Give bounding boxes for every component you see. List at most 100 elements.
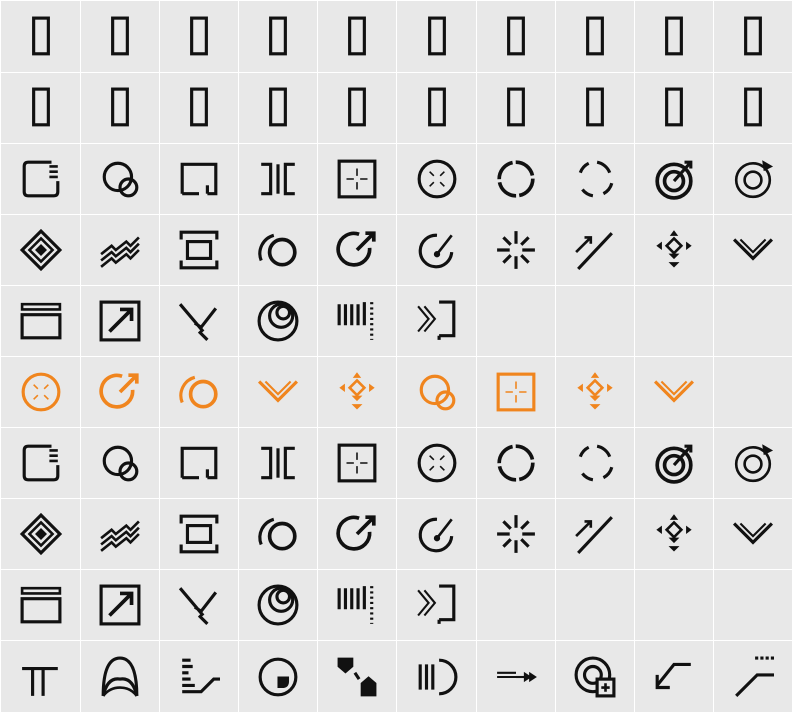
- glyph-cell: [239, 641, 317, 712]
- box-arrow-icon: [99, 300, 141, 342]
- double-chevron-icon: [653, 380, 695, 403]
- glyph-cell: [1, 144, 80, 214]
- box-icon: [744, 16, 762, 55]
- glyph-cell: [239, 570, 317, 640]
- glyph-cell: [714, 144, 792, 214]
- tab-box-icon: [22, 160, 59, 198]
- nested-diamond-icon: [19, 228, 62, 272]
- dial-arrow-icon: [418, 233, 453, 269]
- glyph-cell: [81, 499, 159, 569]
- shapes-pair-icon: [337, 657, 377, 696]
- box-icon: [427, 87, 446, 127]
- glyph-cell: [635, 73, 713, 143]
- glyph-cell: [635, 144, 713, 214]
- glyph-cell: [81, 144, 159, 214]
- glyph-cell: [81, 357, 159, 427]
- circle-arrow-icon: [99, 373, 139, 409]
- spiral-rings-icon: [257, 300, 299, 342]
- dotted-ramp-icon: [735, 656, 774, 697]
- glyph-cell: [160, 357, 238, 427]
- glyph-cell: [397, 1, 476, 72]
- double-arrow-line-icon: [575, 516, 613, 554]
- glyph-cell: [477, 215, 555, 285]
- burst-icon: [497, 231, 535, 269]
- glyph-cell: [556, 144, 634, 214]
- glyph-cell: [556, 215, 634, 285]
- crosshair-square-icon: [496, 372, 536, 412]
- bracket-frame-icon: [180, 162, 218, 196]
- target-arrow-icon: [655, 160, 693, 200]
- circle-link-icon: [419, 374, 455, 411]
- bracket-screen-icon: [179, 230, 219, 270]
- glyph-cell: [714, 1, 792, 72]
- dot-ring-arrow-icon: [734, 160, 774, 199]
- glyph-cell: [635, 570, 713, 640]
- glyph-cell: [318, 1, 396, 72]
- dot-ring-arrow-icon: [734, 444, 774, 483]
- glyph-cell: [81, 215, 159, 285]
- glyph-cell: [239, 1, 317, 72]
- glyph-cell: [397, 73, 476, 143]
- glyph-cell: [397, 357, 476, 427]
- glyph-cell: [477, 428, 555, 498]
- x-circle-icon: [417, 443, 456, 483]
- crosshair-square-icon: [337, 159, 377, 199]
- circle-link-icon: [102, 161, 139, 198]
- glyph-cell: [556, 286, 634, 356]
- zigzag-lines-icon: [100, 520, 140, 552]
- dial-arrow-icon: [418, 517, 453, 553]
- glyph-cell: [239, 73, 317, 143]
- glyph-cell: [239, 499, 317, 569]
- glyph-cell: [239, 286, 317, 356]
- circle-link-icon: [102, 445, 139, 482]
- glyph-cell: [318, 428, 396, 498]
- glyph-cell: [714, 570, 792, 640]
- box-icon: [111, 16, 129, 55]
- chevrons-bracket-icon: [416, 584, 455, 624]
- glyph-cell: [318, 570, 396, 640]
- glyph-cell: [160, 428, 238, 498]
- arc-circle-icon: [179, 375, 218, 409]
- glyph-cell: [477, 570, 555, 640]
- bars-arc-icon: [418, 658, 457, 695]
- glyph-cell: [318, 357, 396, 427]
- glyph-cell: [397, 499, 476, 569]
- glyph-cell: [1, 570, 80, 640]
- arrow-lines-icon: [497, 671, 537, 682]
- glyph-cell: [318, 286, 396, 356]
- glyph-cell: [1, 499, 80, 569]
- glyph-cell: [556, 428, 634, 498]
- arc-circle-icon: [258, 517, 297, 551]
- box-icon: [348, 87, 366, 127]
- glyph-cell: [81, 428, 159, 498]
- glyph-cell: [714, 286, 792, 356]
- glyph-cell: [81, 73, 159, 143]
- circle-arrow-icon: [336, 231, 376, 267]
- target-arrow-icon: [655, 444, 693, 484]
- glyph-cell: [81, 570, 159, 640]
- double-chevron-icon: [732, 522, 774, 545]
- glyph-cell: [160, 215, 238, 285]
- chevrons-bracket-icon: [416, 300, 455, 340]
- glyph-cell: [397, 641, 476, 712]
- nested-diamond-icon: [19, 512, 62, 556]
- glyph-cell: [1, 73, 80, 143]
- broken-ring-icon: [578, 160, 614, 198]
- box-icon: [31, 16, 50, 55]
- tab-box-icon: [22, 444, 59, 482]
- box-icon: [586, 87, 604, 127]
- box-icon: [427, 16, 446, 55]
- glyph-cell: [160, 144, 238, 214]
- box-icon: [348, 16, 366, 55]
- glyph-cell: [397, 286, 476, 356]
- box-icon: [190, 16, 208, 55]
- x-circle-icon: [21, 372, 60, 412]
- barcode-dots-icon: [337, 586, 374, 624]
- ladder-ramp-icon: [182, 658, 220, 693]
- glyph-cell: [556, 641, 634, 712]
- glyph-cell: [1, 1, 80, 72]
- box-icon: [269, 16, 287, 55]
- glyph-cell: [1, 641, 80, 712]
- dashed-ring-icon: [497, 444, 535, 482]
- glyph-cell: [318, 73, 396, 143]
